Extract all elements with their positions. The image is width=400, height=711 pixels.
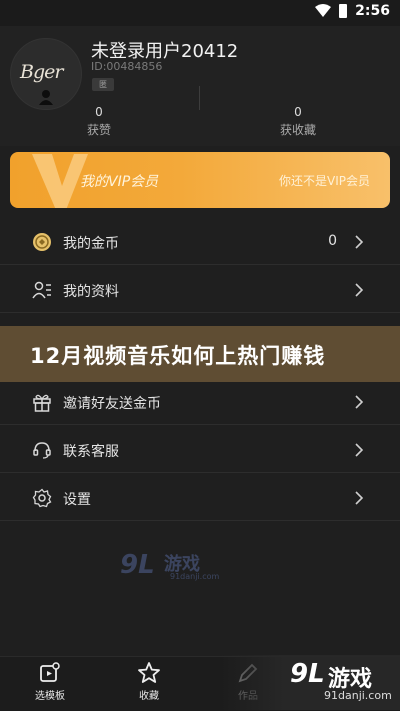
coin-icon: [33, 233, 51, 251]
stat-favorites[interactable]: 0 获收藏: [238, 105, 358, 138]
stat-likes[interactable]: 0 获赞: [39, 105, 159, 138]
chevron-right-icon: [355, 491, 364, 505]
wifi-icon: [315, 4, 332, 17]
watermark-corner: 9L 游戏 91danji.com: [220, 655, 400, 710]
watermark-mid-url: 91danji.com: [170, 572, 220, 581]
status-bar: 2:56: [0, 0, 400, 26]
menu-label-support: 联系客服: [63, 444, 119, 460]
nav-label-templates: 选模板: [35, 691, 65, 702]
menu-label-settings: 设置: [63, 492, 91, 508]
article-title-overlay: 12月视频音乐如何上热门赚钱: [0, 326, 400, 382]
headset-icon: [33, 442, 51, 459]
nav-label-favorites: 收藏: [139, 691, 159, 702]
stat-likes-value: 0: [95, 105, 103, 119]
anonymous-badge: 匿: [92, 78, 114, 91]
watermark-mid-logo: 9L: [120, 550, 155, 580]
profile-card-icon: [32, 281, 51, 299]
stat-likes-label: 获赞: [86, 123, 111, 137]
user-icon: [39, 90, 53, 105]
vip-status: 你还不是VIP会员: [279, 174, 370, 188]
avatar-logo: Bger: [20, 61, 63, 83]
menu-item-profile[interactable]: 我的资料: [0, 268, 400, 313]
chevron-right-icon: [355, 395, 364, 409]
stat-favorites-label: 获收藏: [279, 123, 316, 137]
nav-templates[interactable]: 选模板: [20, 661, 80, 702]
menu-item-coins[interactable]: 我的金币 0: [0, 220, 400, 265]
status-time: 2:56: [355, 3, 390, 19]
watermark-mid: 9L 游戏 91danji.com: [120, 548, 240, 588]
stats-row: 0 获赞 0 获收藏: [0, 105, 400, 139]
profile-header: Bger 未登录用户20412 ID:00484856 匿 0 获赞 0 获收藏: [0, 26, 400, 146]
user-id: ID:00484856: [91, 60, 163, 73]
watermark-corner-url: 91danji.com: [324, 689, 392, 702]
menu-item-invite[interactable]: 邀请好友送金币: [0, 380, 400, 425]
avatar[interactable]: Bger: [10, 38, 82, 110]
menu-label-invite: 邀请好友送金币: [63, 396, 161, 412]
template-icon: [40, 662, 60, 682]
vip-banner[interactable]: 我的VIP会员 你还不是VIP会员: [10, 152, 390, 208]
chevron-right-icon: [355, 443, 364, 457]
article-title: 12月视频音乐如何上热门赚钱: [30, 344, 326, 368]
nav-favorites[interactable]: 收藏: [119, 661, 179, 702]
gear-icon: [32, 488, 52, 508]
chevron-right-icon: [355, 235, 364, 249]
menu-label-profile: 我的资料: [63, 284, 119, 300]
stat-favorites-value: 0: [294, 105, 302, 119]
menu-label-coins: 我的金币: [63, 236, 119, 252]
menu-item-settings[interactable]: 设置: [0, 476, 400, 521]
star-icon: [138, 662, 160, 683]
stats-divider: [199, 86, 200, 110]
watermark-corner-logo: 9L: [290, 659, 325, 689]
menu-value-coins: 0: [328, 233, 337, 249]
vip-title: 我的VIP会员: [80, 174, 159, 190]
menu-item-support[interactable]: 联系客服: [0, 428, 400, 473]
gift-icon: [33, 394, 51, 412]
chevron-right-icon: [355, 283, 364, 297]
status-right: 2:56: [315, 3, 390, 19]
battery-icon: [339, 4, 348, 18]
